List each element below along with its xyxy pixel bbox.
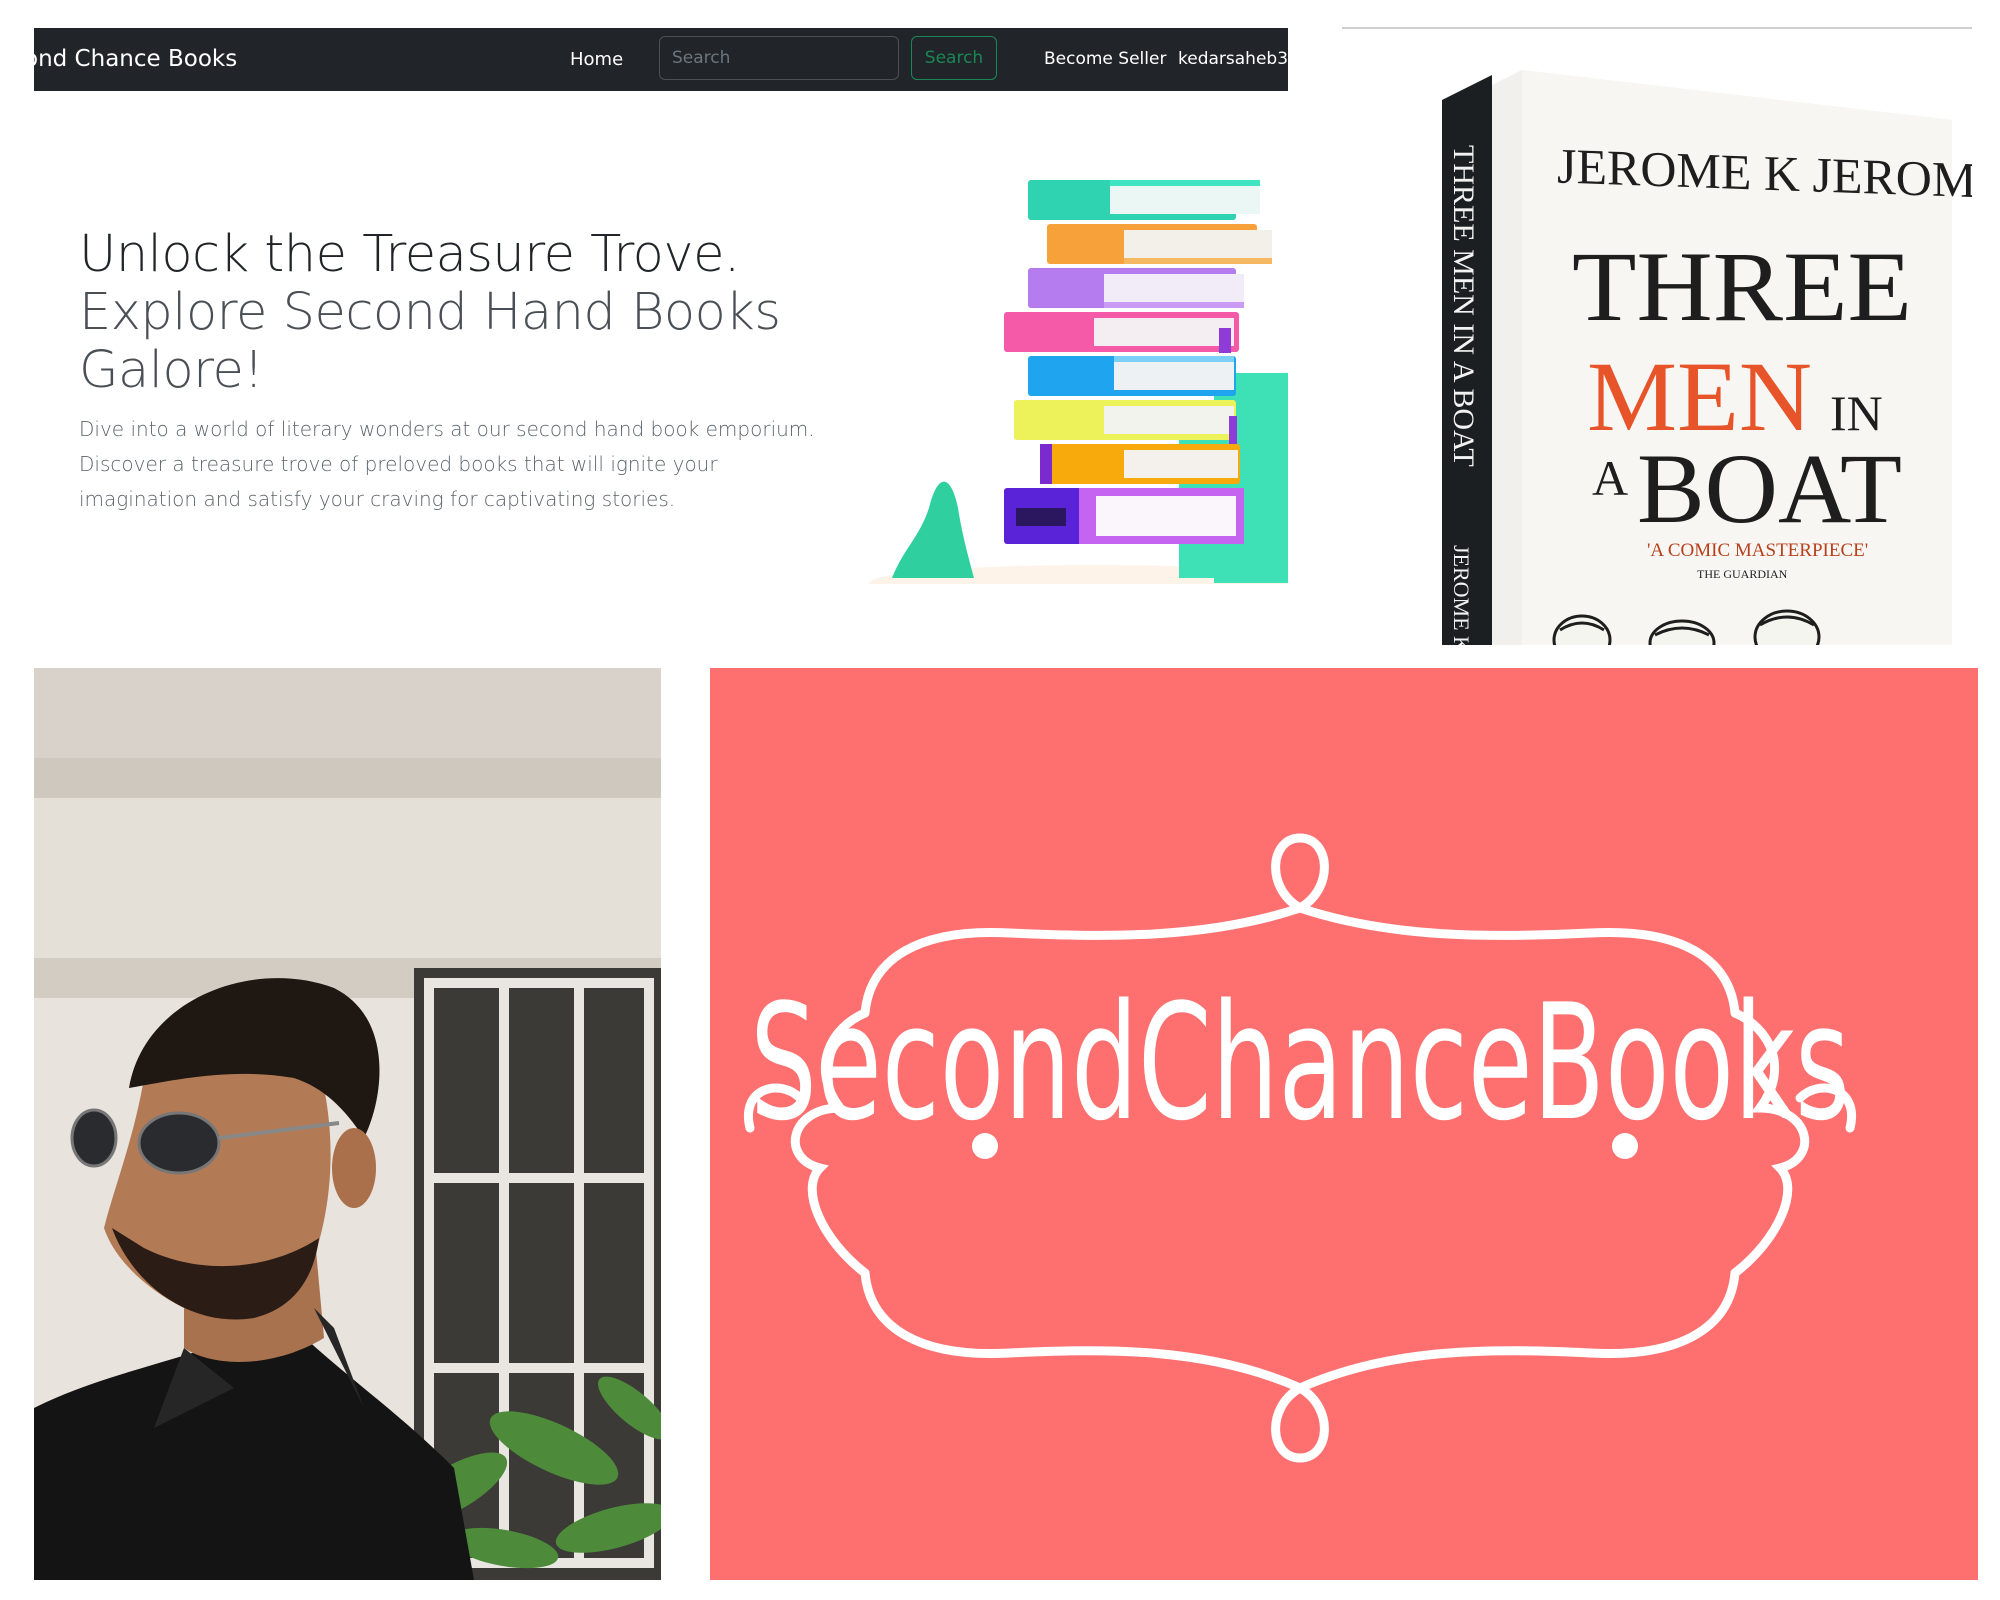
- second-chance-books-logo: SecondChanceBooks: [710, 668, 1978, 1580]
- book-blue: [1028, 356, 1236, 396]
- user-menu[interactable]: kedarsaheb36: [1178, 49, 1288, 69]
- navbar: ond Chance Books Home Search Become Sell…: [34, 28, 1288, 91]
- search-input[interactable]: [659, 36, 899, 80]
- logo-text: SecondChanceBooks: [750, 969, 1850, 1156]
- book-violet: [1004, 488, 1244, 544]
- search-button[interactable]: Search: [911, 36, 997, 80]
- book-pink: [1004, 312, 1239, 353]
- cover-tagline: 'A COMIC MASTERPIECE': [1647, 540, 1868, 561]
- book-purple: [1028, 268, 1244, 308]
- website-screenshot: ond Chance Books Home Search Become Sell…: [34, 28, 1288, 584]
- hero-title: Unlock the Treasure Trove. Explore Secon…: [79, 226, 839, 400]
- book-teal: [1028, 180, 1260, 220]
- hero-description: Dive into a world of literary wonders at…: [79, 417, 815, 511]
- cover-source: THE GUARDIAN: [1697, 567, 1788, 581]
- cover-title-three: THREE: [1572, 231, 1912, 342]
- book-stack-illustration: [869, 180, 1288, 584]
- spine-title: THREE MEN IN A BOAT: [1447, 145, 1480, 467]
- book-yellow: [1014, 400, 1237, 444]
- book-cover-image: THREE MEN IN A BOAT JEROME K J JEROME K …: [1342, 25, 1972, 645]
- become-seller-link[interactable]: Become Seller: [1044, 49, 1166, 69]
- profile-photo: [34, 668, 661, 1580]
- book-amber: [1040, 444, 1240, 484]
- cover-title-boat: BOAT: [1637, 433, 1902, 544]
- cover-title-a: A: [1592, 450, 1628, 506]
- logo-artwork: SecondChanceBooks: [710, 668, 1978, 1580]
- person-photo-illustration: [34, 668, 661, 1580]
- book-orange: [1047, 224, 1272, 264]
- brand-link[interactable]: ond Chance Books: [34, 46, 237, 72]
- nav-home-link[interactable]: Home: [570, 49, 623, 70]
- hero-title-line2: Explore Second Hand Books Galore!: [79, 283, 781, 400]
- hero-title-line1: Unlock the Treasure Trove.: [79, 225, 740, 284]
- three-men-in-a-boat-cover: THREE MEN IN A BOAT JEROME K J JEROME K …: [1442, 70, 1972, 645]
- spine-author: JEROME K J: [1449, 545, 1474, 645]
- divider: [1342, 27, 1972, 29]
